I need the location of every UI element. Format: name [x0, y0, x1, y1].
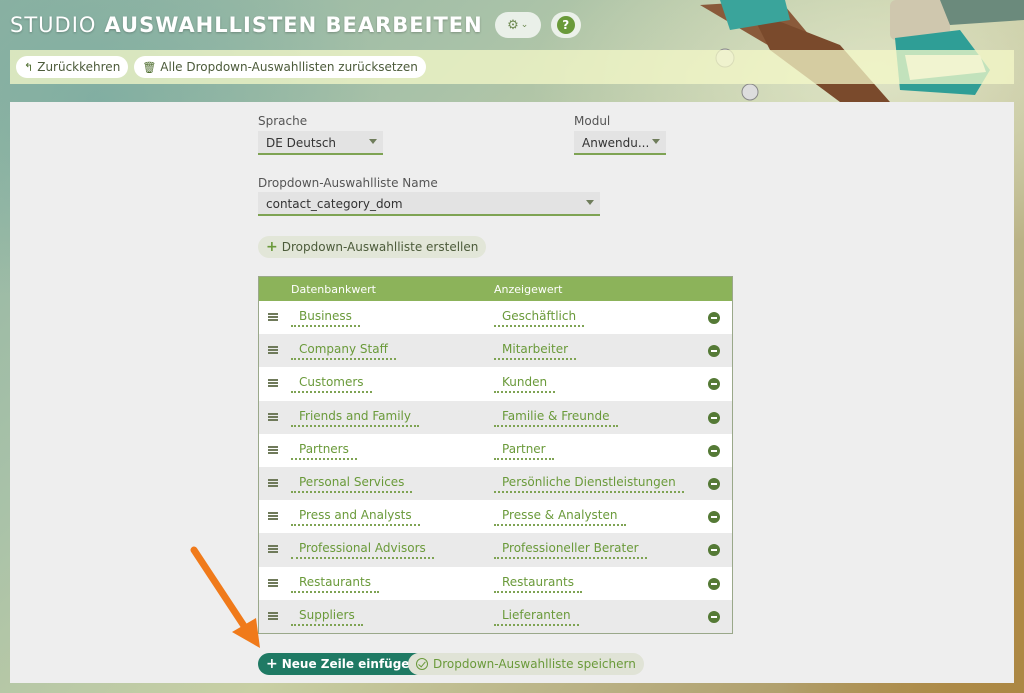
- annotation-arrow: [190, 546, 260, 648]
- remove-row-icon[interactable]: [708, 511, 720, 524]
- toolbar: ↰ Zurückkehren 🗑 Alle Dropdown-Auswahlli…: [10, 50, 1014, 84]
- db-value-field[interactable]: Press and Analysts: [291, 508, 420, 527]
- drag-handle-icon[interactable]: [268, 379, 278, 388]
- title-studio: STUDIO: [10, 13, 97, 37]
- module-select[interactable]: Anwendu...: [574, 131, 666, 155]
- list-name-select[interactable]: contact_category_dom: [258, 192, 600, 216]
- table-row: Professional Advisors Professioneller Ber…: [259, 533, 732, 567]
- help-icon: ?: [556, 16, 575, 34]
- save-list-button[interactable]: Dropdown-Auswahlliste speichern: [408, 653, 644, 675]
- check-circle-icon: [416, 658, 428, 670]
- display-value-field[interactable]: Kunden: [494, 375, 556, 394]
- table-row: Business Geschäftlich: [259, 301, 732, 335]
- back-arrow-icon: ↰: [24, 60, 34, 74]
- values-table: Datenbankwert Anzeigewert Business Geschä…: [258, 276, 733, 634]
- create-list-button[interactable]: + Dropdown-Auswahlliste erstellen: [258, 236, 487, 258]
- db-value-field[interactable]: Partners: [291, 442, 357, 460]
- language-label: Sprache: [258, 114, 308, 128]
- db-value-field[interactable]: Suppliers: [291, 608, 363, 626]
- save-list-label: Dropdown-Auswahlliste speichern: [433, 657, 636, 671]
- column-header-db: Datenbankwert: [291, 282, 376, 296]
- back-button[interactable]: ↰ Zurückkehren: [16, 56, 129, 78]
- drag-handle-icon[interactable]: [268, 478, 278, 487]
- table-row: Press and Analysts Presse & Analysten: [259, 500, 732, 534]
- chevron-down-icon: ⌄: [520, 20, 529, 30]
- drag-handle-icon[interactable]: [268, 346, 278, 355]
- display-value-field[interactable]: Mitarbeiter: [494, 342, 577, 361]
- module-label: Modul: [574, 114, 611, 128]
- page-header: STUDIO AUSWAHLLISTEN BEARBEITEN ⚙ ⌄ ?: [10, 10, 581, 40]
- remove-row-icon[interactable]: [708, 477, 720, 490]
- remove-row-icon[interactable]: [708, 577, 720, 590]
- display-value-field[interactable]: Restaurants: [494, 575, 582, 593]
- table-body: Business Geschäftlich Company Staff Mitarbe…: [259, 301, 732, 633]
- remove-row-icon[interactable]: [708, 610, 720, 623]
- plus-icon: +: [266, 656, 278, 672]
- db-value-field[interactable]: Customers: [291, 375, 372, 394]
- table-row: Restaurants Restaurants: [259, 566, 732, 600]
- caret-down-icon: [652, 139, 660, 144]
- db-value-field[interactable]: Friends and Family: [291, 409, 419, 427]
- caret-down-icon: [586, 200, 594, 205]
- remove-row-icon[interactable]: [708, 444, 720, 457]
- caret-down-icon: [369, 139, 377, 144]
- drag-handle-icon[interactable]: [268, 313, 278, 321]
- trash-icon: 🗑: [142, 60, 157, 74]
- plus-icon: +: [266, 239, 278, 255]
- module-value: Anwendu...: [582, 136, 650, 150]
- remove-row-icon[interactable]: [708, 312, 720, 324]
- create-list-label: Dropdown-Auswahlliste erstellen: [281, 240, 479, 254]
- main-panel: Sprache DE Deutsch Modul Anwendu... Drop…: [10, 102, 1014, 683]
- display-value-field[interactable]: Geschäftlich: [494, 309, 585, 327]
- help-button[interactable]: ?: [550, 12, 581, 38]
- display-value-field[interactable]: Lieferanten: [494, 608, 579, 626]
- title-main: AUSWAHLLISTEN BEARBEITEN: [104, 13, 483, 37]
- column-header-display: Anzeigewert: [494, 282, 563, 296]
- display-value-field[interactable]: Partner: [494, 442, 554, 460]
- list-name-value: contact_category_dom: [266, 197, 403, 211]
- reset-all-button[interactable]: 🗑 Alle Dropdown-Auswahllisten zurücksetz…: [134, 56, 426, 78]
- table-row: Company Staff Mitarbeiter: [259, 334, 732, 368]
- reset-label: Alle Dropdown-Auswahllisten zurücksetzen: [160, 60, 418, 74]
- table-row: Suppliers Lieferanten: [259, 599, 732, 633]
- add-row-label: Neue Zeile einfügen: [281, 657, 418, 671]
- display-value-field[interactable]: Familie & Freunde: [494, 409, 618, 427]
- display-value-field[interactable]: Professioneller Berater: [494, 541, 647, 560]
- drag-handle-icon[interactable]: [268, 412, 278, 421]
- settings-dropdown-button[interactable]: ⚙ ⌄: [494, 12, 541, 38]
- table-row: Partners Partner: [259, 433, 732, 467]
- language-value: DE Deutsch: [266, 136, 337, 150]
- db-value-field[interactable]: Restaurants: [291, 575, 379, 593]
- display-value-field[interactable]: Presse & Analysten: [494, 508, 626, 527]
- table-header: Datenbankwert Anzeigewert: [259, 277, 732, 301]
- table-row: Customers Kunden: [259, 367, 732, 401]
- table-row: Friends and Family Familie & Freunde: [259, 400, 732, 434]
- db-value-field[interactable]: Business: [291, 309, 360, 327]
- remove-row-icon[interactable]: [708, 378, 720, 391]
- list-name-label: Dropdown-Auswahlliste Name: [258, 176, 438, 190]
- page-title: STUDIO AUSWAHLLISTEN BEARBEITEN: [10, 13, 483, 37]
- language-select[interactable]: DE Deutsch: [258, 131, 383, 155]
- remove-row-icon[interactable]: [708, 544, 720, 557]
- db-value-field[interactable]: Company Staff: [291, 342, 396, 361]
- db-value-field[interactable]: Personal Services: [291, 475, 413, 493]
- table-row: Personal Services Persönliche Dienstleist…: [259, 466, 732, 501]
- add-row-button[interactable]: + Neue Zeile einfügen: [258, 653, 426, 675]
- remove-row-icon[interactable]: [708, 411, 720, 424]
- db-value-field[interactable]: Professional Advisors: [291, 541, 434, 560]
- drag-handle-icon[interactable]: [268, 445, 278, 454]
- drag-handle-icon[interactable]: [268, 512, 278, 521]
- remove-row-icon[interactable]: [708, 345, 720, 358]
- back-label: Zurückkehren: [37, 60, 121, 74]
- gear-icon: ⚙: [507, 17, 519, 33]
- display-value-field[interactable]: Persönliche Dienstleistungen: [494, 475, 684, 493]
